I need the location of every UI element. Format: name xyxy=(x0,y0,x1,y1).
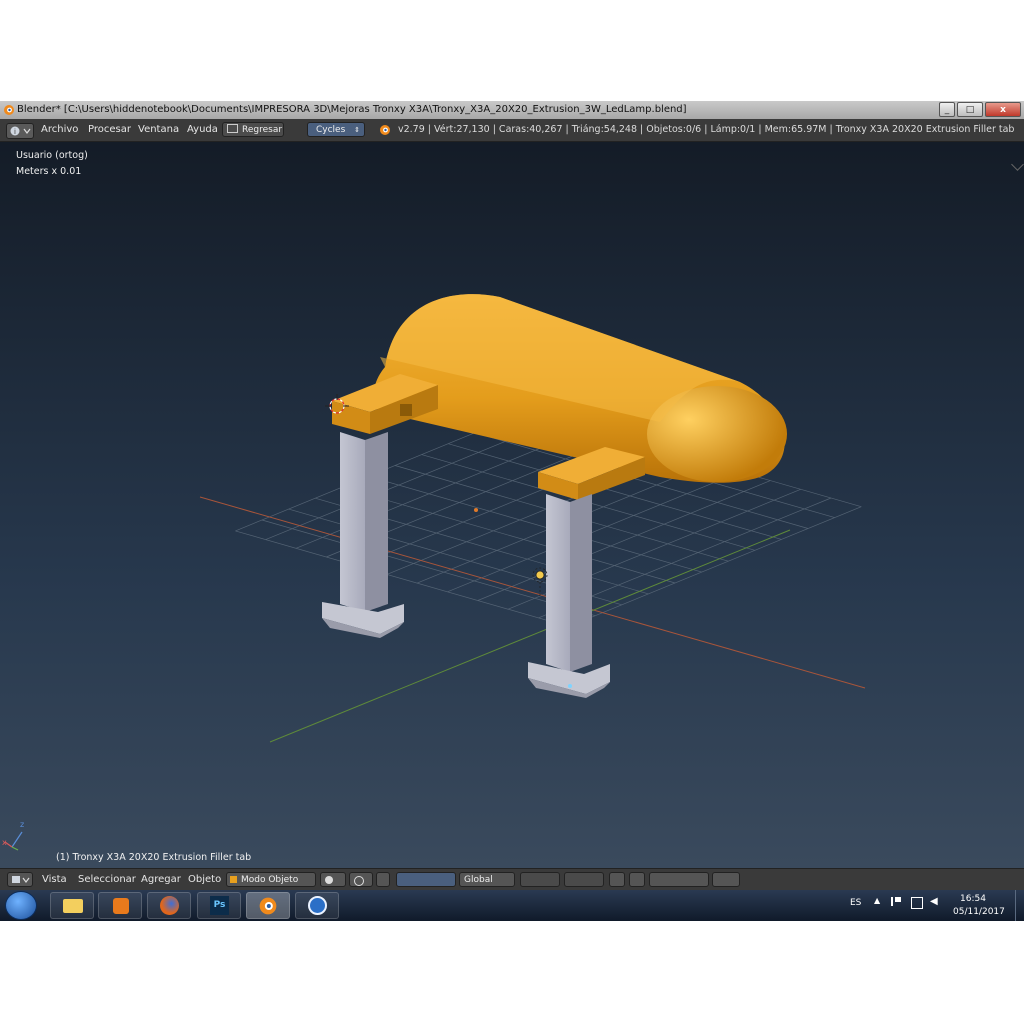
viewport-shading-select[interactable] xyxy=(320,872,346,887)
manipulator-toggle[interactable] xyxy=(376,872,390,887)
taskbar-firefox[interactable] xyxy=(147,892,191,919)
blender-taskbar-icon xyxy=(259,897,277,915)
scene-stats: v2.79 | Vért:27,130 | Caras:40,267 | Tri… xyxy=(398,124,1015,135)
pivot-point-select[interactable] xyxy=(349,872,373,887)
view-name: Usuario (ortog) xyxy=(16,150,88,161)
viewport-scene xyxy=(4,294,866,851)
play-icon xyxy=(113,898,129,914)
back-icon xyxy=(227,124,238,133)
render-buttons[interactable] xyxy=(712,872,740,887)
taskbar-explorer[interactable] xyxy=(50,892,94,919)
render-engine-label: Cycles xyxy=(316,125,346,135)
action-center-flag-icon[interactable] xyxy=(891,897,901,906)
updown-arrows-icon: ⇕ xyxy=(354,126,360,134)
minimize-button[interactable]: _ xyxy=(939,102,955,117)
menu-vista[interactable]: Vista xyxy=(42,869,67,891)
snap-options[interactable] xyxy=(649,872,709,887)
transform-orientation-select[interactable]: Global xyxy=(459,872,515,887)
manipulator-modes[interactable] xyxy=(396,872,456,887)
clock-date[interactable]: 05/11/2017 xyxy=(953,907,1005,917)
axis-gizmo xyxy=(4,831,23,851)
cube-icon xyxy=(230,876,237,883)
cura-icon xyxy=(308,896,327,915)
menu-agregar[interactable]: Agregar xyxy=(141,869,181,891)
blender-screen: Blender* [C:\Users\hiddenotebook\Documen… xyxy=(0,101,1024,921)
menu-procesar[interactable]: Procesar xyxy=(88,119,131,141)
maximize-button[interactable]: □ xyxy=(957,102,983,117)
info-header: i Archivo Procesar Ventana Ayuda Regresa… xyxy=(0,119,1024,142)
photoshop-icon: Ps xyxy=(210,896,229,915)
object-origin-dot xyxy=(474,508,478,512)
mode-label: Modo Objeto xyxy=(241,875,299,885)
windows-taskbar: Ps ES ▲ ◀ 16:54 05/11/2017 xyxy=(0,890,1024,921)
shading-sphere-icon xyxy=(325,876,333,884)
left-bracket[interactable] xyxy=(332,374,438,434)
menu-ventana[interactable]: Ventana xyxy=(138,119,179,141)
folder-icon xyxy=(63,899,83,913)
blender-logo-icon xyxy=(4,105,14,115)
volume-icon[interactable]: ◀ xyxy=(930,896,938,907)
menu-objeto[interactable]: Objeto xyxy=(188,869,221,891)
regresar-button[interactable]: Regresar xyxy=(222,122,284,137)
clock-time[interactable]: 16:54 xyxy=(960,894,986,904)
taskbar-blender[interactable] xyxy=(246,892,290,919)
axis-x-label: x xyxy=(2,838,7,847)
orientation-label: Global xyxy=(464,875,493,885)
unit-scale: Meters x 0.01 xyxy=(16,166,82,177)
regresar-label: Regresar xyxy=(242,125,283,135)
layers-group-1[interactable] xyxy=(520,872,560,887)
snap-toggle[interactable] xyxy=(629,872,645,887)
render-engine-select[interactable]: Cycles ⇕ xyxy=(307,122,365,137)
window-title-bar: Blender* [C:\Users\hiddenotebook\Documen… xyxy=(0,101,1024,119)
window-title: Blender* [C:\Users\hiddenotebook\Documen… xyxy=(17,104,687,115)
language-indicator[interactable]: ES xyxy=(850,890,861,916)
close-button[interactable]: x xyxy=(985,102,1021,117)
start-button[interactable] xyxy=(5,891,37,920)
taskbar-media-player[interactable] xyxy=(98,892,142,919)
svg-text:i: i xyxy=(14,128,16,136)
editor-type-info-icon[interactable]: i xyxy=(6,123,34,139)
show-hidden-icons-icon[interactable]: ▲ xyxy=(874,896,880,905)
axis-z-label: z xyxy=(20,820,25,829)
left-extrusion-leg[interactable] xyxy=(322,432,404,638)
blender-version-icon xyxy=(380,125,390,135)
editor-type-3dview-icon[interactable] xyxy=(7,872,33,887)
pivot-icon xyxy=(354,876,364,886)
show-desktop-button[interactable] xyxy=(1015,890,1024,921)
3d-view-header: Vista Seleccionar Agregar Objeto Modo Ob… xyxy=(0,868,1024,891)
taskbar-photoshop[interactable]: Ps xyxy=(197,892,241,919)
mode-select[interactable]: Modo Objeto xyxy=(226,872,316,887)
3d-viewport[interactable]: Usuario (ortog) Meters x 0.01 z x (1) Tr… xyxy=(0,142,1024,868)
network-icon[interactable] xyxy=(911,897,923,909)
layers-group-2[interactable] xyxy=(564,872,604,887)
firefox-icon xyxy=(160,896,179,915)
taskbar-cura[interactable] xyxy=(295,892,339,919)
menu-seleccionar[interactable]: Seleccionar xyxy=(78,869,136,891)
proportional-edit-toggle[interactable] xyxy=(609,872,625,887)
menu-ayuda[interactable]: Ayuda xyxy=(187,119,218,141)
active-object-label: (1) Tronxy X3A 20X20 Extrusion Filler ta… xyxy=(56,852,252,863)
x-axis-line xyxy=(199,496,866,689)
right-bracket[interactable] xyxy=(538,447,645,500)
menu-archivo[interactable]: Archivo xyxy=(41,119,78,141)
